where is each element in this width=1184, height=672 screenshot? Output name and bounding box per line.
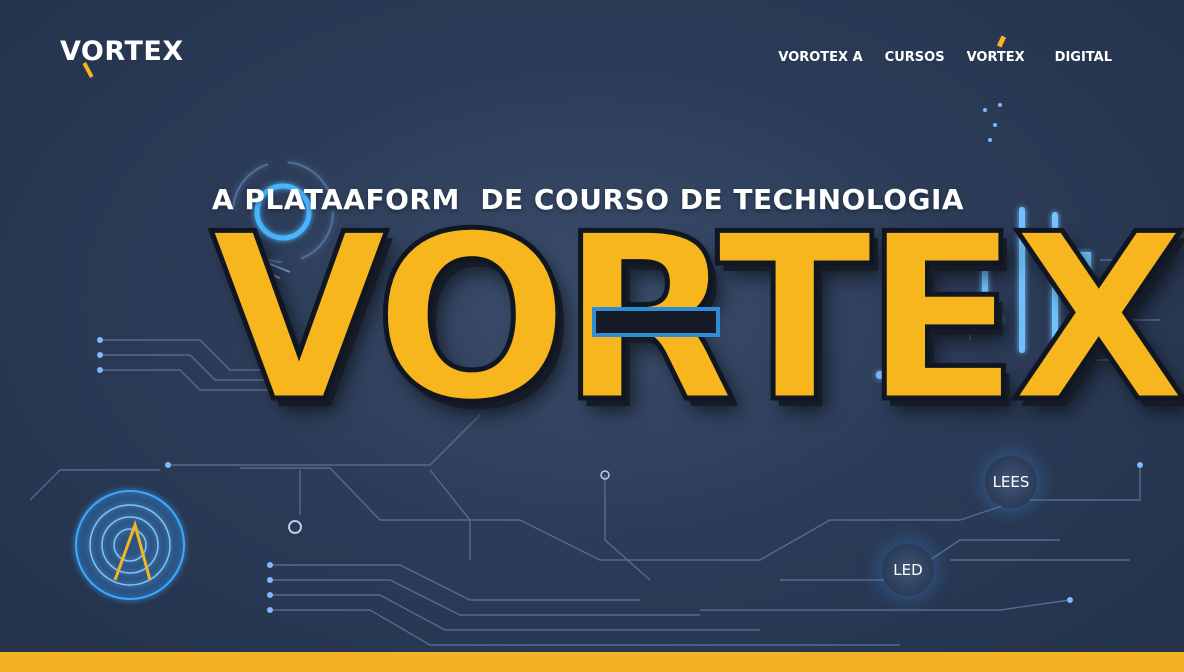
nav-item-cursos[interactable]: CURSOS [885, 50, 945, 65]
footer-accent-bar [0, 652, 1184, 672]
led-badge-lees: LEES [985, 456, 1037, 508]
nav-item-vorotex-a[interactable]: VOROTEX A [778, 50, 862, 65]
hero-logo: VORTEX [200, 195, 1184, 515]
led-badge-led: LED [882, 544, 934, 596]
nav-item-vortex-label: VORTEX [966, 50, 1025, 65]
nav-item-digital[interactable]: DIGITAL [1055, 50, 1112, 65]
nav-item-vortex[interactable]: VORTEX [966, 35, 1025, 65]
logo[interactable]: VORTEX [60, 36, 184, 67]
top-nav: VOROTEX A CURSOS VORTEX DIGITAL [778, 35, 1112, 65]
hero-logo-bar [592, 307, 720, 337]
